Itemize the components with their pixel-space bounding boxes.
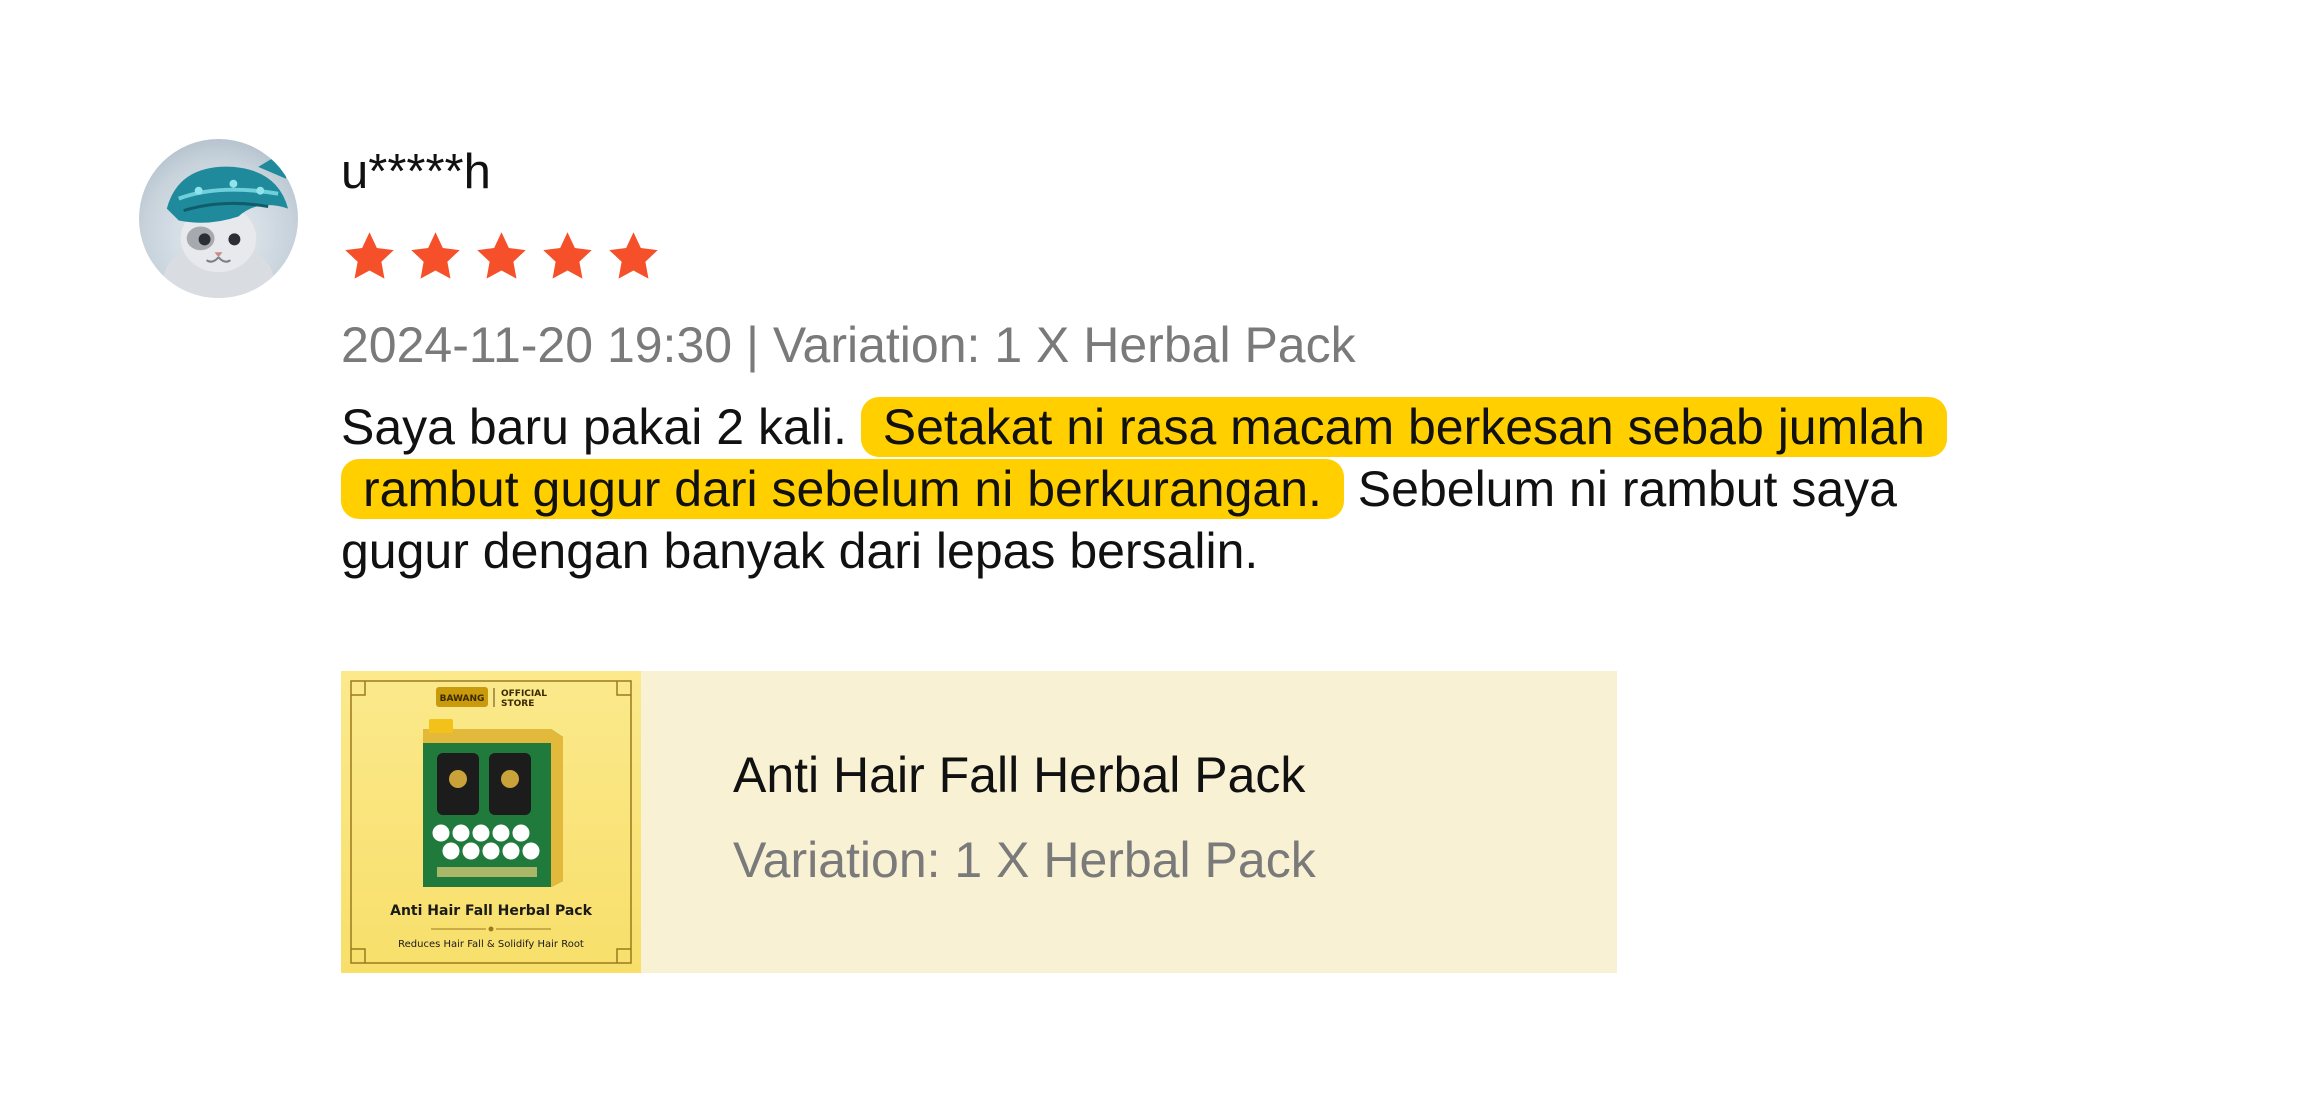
variation-label: Variation: — [772, 317, 981, 373]
thumb-store-line2: STORE — [501, 699, 534, 709]
product-thumbnail[interactable]: BAWANG OFFICIAL STORE Anti Hair Fall Her… — [341, 671, 641, 973]
star-icon — [543, 232, 592, 279]
product-title[interactable]: Anti Hair Fall Herbal Pack — [733, 746, 1305, 804]
star-icon — [477, 232, 526, 279]
thumb-pack-subtitle: Reduces Hair Fall & Solidify Hair Root — [398, 939, 584, 950]
star-icon — [411, 232, 460, 279]
review-date: 2024-11-20 19:30 — [341, 317, 733, 373]
review-text-before: Saya baru pakai 2 kali. — [341, 399, 847, 455]
variation-value: 1 X Herbal Pack — [994, 317, 1356, 373]
cat-avatar-icon — [163, 148, 289, 298]
rating-stars — [341, 228, 662, 288]
thumb-store-line1: OFFICIAL — [501, 689, 547, 699]
review-text: Saya baru pakai 2 kali. Setakat ni rasa … — [341, 396, 1991, 582]
product-card[interactable]: BAWANG OFFICIAL STORE Anti Hair Fall Her… — [341, 671, 1617, 973]
star-icon — [345, 232, 394, 279]
thumb-pack-title: Anti Hair Fall Herbal Pack — [390, 903, 592, 919]
thumb-brand: BAWANG — [440, 694, 485, 704]
star-icon — [609, 232, 658, 279]
meta-separator: | — [745, 317, 759, 373]
review-meta: 2024-11-20 19:30 | Variation: 1 X Herbal… — [341, 316, 1356, 374]
herbal-pack-image-icon: BAWANG OFFICIAL STORE Anti Hair Fall Her… — [350, 680, 632, 964]
reviewer-username: u*****h — [341, 145, 491, 199]
product-variation: Variation: 1 X Herbal Pack — [733, 832, 1316, 888]
reviewer-avatar — [139, 139, 298, 298]
